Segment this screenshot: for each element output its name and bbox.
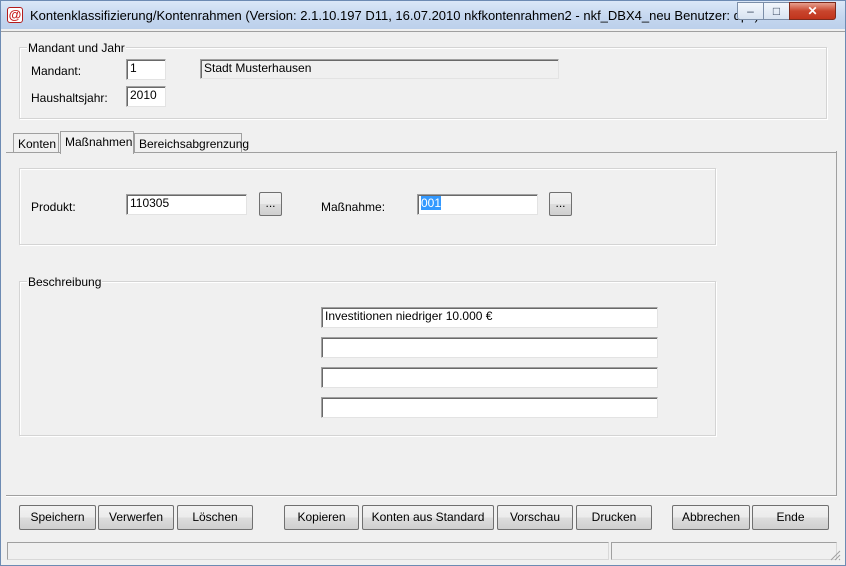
- window-title: Kontenklassifizierung/Kontenrahmen (Vers…: [30, 8, 759, 23]
- print-button[interactable]: Drucken: [576, 505, 652, 530]
- title-bar[interactable]: @ Kontenklassifizierung/Kontenrahmen (Ve…: [1, 1, 845, 29]
- preview-button[interactable]: Vorschau: [497, 505, 573, 530]
- tab-bereichsabgrenzung[interactable]: Bereichsabgrenzung: [134, 133, 249, 153]
- mandant-group-legend: Mandant und Jahr: [27, 41, 126, 55]
- minimize-icon: –: [747, 4, 754, 18]
- title-separator: [1, 31, 845, 32]
- delete-button[interactable]: Löschen: [177, 505, 253, 530]
- beschreibung-legend: Beschreibung: [27, 275, 103, 289]
- accounts-from-standard-button[interactable]: Konten aus Standard: [362, 505, 494, 530]
- mandant-field[interactable]: 1: [126, 59, 166, 80]
- main-window: @ Kontenklassifizierung/Kontenrahmen (Ve…: [0, 0, 846, 566]
- app-icon: @: [7, 7, 23, 23]
- save-button[interactable]: Speichern: [19, 505, 96, 530]
- status-bar: [7, 542, 841, 561]
- mandant-label: Mandant:: [31, 64, 82, 78]
- maximize-icon: □: [772, 4, 781, 18]
- copy-button[interactable]: Kopieren: [284, 505, 359, 530]
- massnahme-selected-text: 001: [421, 196, 442, 210]
- tab-massnahmen[interactable]: Maßnahmen: [60, 131, 134, 154]
- minimize-button[interactable]: –: [737, 2, 764, 20]
- produkt-browse-button[interactable]: ...: [259, 192, 282, 216]
- beschreibung-line-3[interactable]: [321, 367, 658, 388]
- button-bar-separator-highlight: [6, 496, 837, 497]
- maximize-button[interactable]: □: [763, 2, 790, 20]
- beschreibung-line-4[interactable]: [321, 397, 658, 418]
- cancel-button[interactable]: Abbrechen: [672, 505, 750, 530]
- mandant-group: [19, 47, 827, 119]
- discard-button[interactable]: Verwerfen: [98, 505, 174, 530]
- produkt-field[interactable]: 110305: [126, 194, 247, 215]
- end-button[interactable]: Ende: [752, 505, 829, 530]
- massnahme-browse-button[interactable]: ...: [549, 192, 572, 216]
- produkt-label: Produkt:: [31, 200, 76, 214]
- mandant-name-field: Stadt Musterhausen: [200, 59, 559, 79]
- massnahme-field[interactable]: 001: [417, 194, 538, 215]
- resize-grip-icon[interactable]: [830, 550, 841, 561]
- massnahme-label: Maßnahme:: [321, 200, 386, 214]
- status-cell-main: [7, 542, 609, 560]
- close-button[interactable]: ✕: [789, 2, 836, 20]
- year-field[interactable]: 2010: [126, 86, 166, 107]
- beschreibung-line-1[interactable]: Investitionen niedriger 10.000 €: [321, 307, 658, 328]
- status-cell-secondary: [611, 542, 837, 560]
- beschreibung-line-2[interactable]: [321, 337, 658, 358]
- year-label: Haushaltsjahr:: [31, 91, 108, 105]
- tab-konten[interactable]: Konten: [13, 133, 59, 153]
- close-icon: ✕: [807, 4, 818, 18]
